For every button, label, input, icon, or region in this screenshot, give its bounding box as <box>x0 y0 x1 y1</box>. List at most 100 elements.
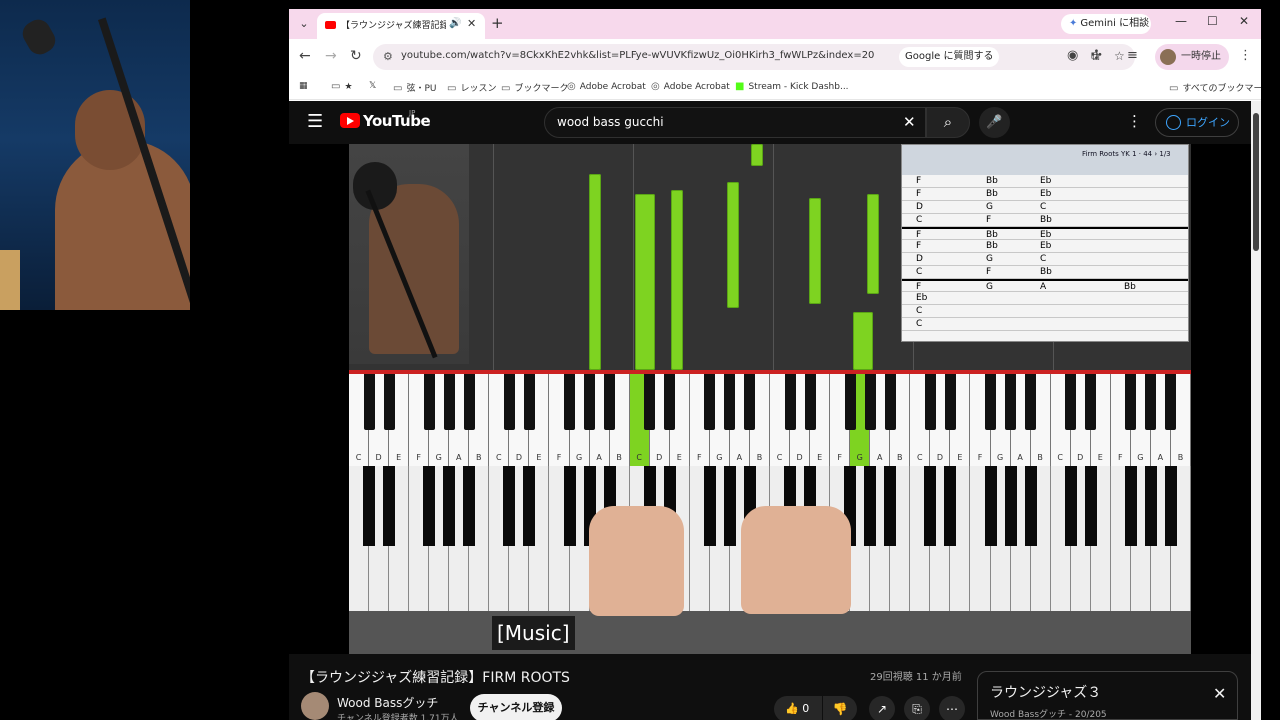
gemini-button[interactable]: ✦ Gemini に相談 <box>1061 14 1151 34</box>
search-input[interactable]: wood bass gucchi ✕ <box>544 107 926 138</box>
key-label: G <box>575 453 583 462</box>
bookmark-acrobat-1[interactable]: ◎ Adobe Acrobat <box>567 81 646 92</box>
ask-google-button[interactable]: Google に質問する <box>899 47 1000 67</box>
forward-arrow-icon[interactable]: → <box>325 48 337 64</box>
bookmark-label: Adobe Acrobat <box>579 82 646 92</box>
share-button[interactable]: ↗ <box>869 696 895 720</box>
new-tab-icon[interactable]: + <box>491 14 504 32</box>
more-options-icon[interactable]: ⋮ <box>1127 112 1142 130</box>
extensions-puzzle-icon[interactable]: ✣ <box>1091 48 1102 63</box>
chord-cell: Eb <box>1040 176 1052 186</box>
apps-grid-icon[interactable]: ▦ <box>299 81 308 91</box>
bookmark-acrobat-2[interactable]: ◎ Adobe Acrobat <box>651 81 730 92</box>
photo-black-key <box>944 466 957 546</box>
login-button[interactable]: ログイン <box>1155 108 1239 137</box>
key-label: E <box>1097 453 1103 462</box>
dislike-button[interactable]: 👎 <box>823 696 857 720</box>
browser-menu-icon[interactable]: ⋮ <box>1239 48 1252 63</box>
bookmark-folder-bookmarks[interactable]: ▭ ブックマーク <box>501 81 568 94</box>
tab-close-icon[interactable]: ✕ <box>467 17 476 30</box>
folder-icon: ▭ <box>447 83 457 94</box>
key-label: D <box>796 453 803 462</box>
bookmark-kick-stream[interactable]: ■ Stream - Kick Dashb... <box>735 81 849 92</box>
chord-row: F Bb Eb <box>902 188 1188 201</box>
profile-button[interactable]: 一時停止中 <box>1155 44 1229 88</box>
bookmark-folder-star[interactable]: ▭ ★ <box>331 81 353 92</box>
chord-cell: Bb <box>986 189 998 199</box>
chord-row: F G A Bb <box>902 279 1188 292</box>
black-key <box>985 374 997 430</box>
save-button[interactable]: ⎘ <box>904 696 930 720</box>
photo-black-key <box>463 466 476 546</box>
black-key <box>784 374 796 430</box>
like-button[interactable]: 👍 0 <box>774 696 822 720</box>
black-key <box>704 374 716 430</box>
extension-circle-icon[interactable]: ◉ <box>1067 48 1078 63</box>
chord-cell: G <box>986 202 993 212</box>
channel-name[interactable]: Wood Bassグッチ <box>337 694 438 711</box>
chart-song-title: Firm Roots YK 1 · 44 › 1/3 <box>1082 150 1171 158</box>
youtube-logo-icon[interactable] <box>340 113 360 128</box>
bookmark-folder-pu[interactable]: ▭ 弦・PU <box>393 81 436 94</box>
key-label: B <box>476 453 482 462</box>
window-minimize-icon[interactable]: — <box>1175 14 1187 28</box>
tab-search-icon[interactable]: ⌄ <box>295 15 313 33</box>
chord-cell: F <box>916 282 922 292</box>
webcam-bass-scroll <box>18 15 60 59</box>
black-key <box>383 374 395 430</box>
subscribe-button[interactable]: チャンネル登録 <box>470 694 562 720</box>
scroll-thumb[interactable] <box>1253 113 1259 251</box>
folder-icon: ▭ <box>393 83 403 94</box>
bookmark-folder-lesson[interactable]: ▭ レッスン <box>447 81 496 94</box>
playlist-title[interactable]: ラウンジジャズ３ <box>990 682 1101 702</box>
reading-list-icon[interactable]: ≡ <box>1127 48 1138 63</box>
hamburger-menu-icon[interactable]: ☰ <box>307 111 323 132</box>
address-bar[interactable]: ⚙ youtube.com/watch?v=8CkxKhE2vhk&list=P… <box>373 44 1135 70</box>
player-camera-inset <box>349 144 469 364</box>
chord-cell: F <box>916 241 922 251</box>
more-actions-button[interactable]: ⋯ <box>939 696 965 720</box>
black-key <box>1165 374 1177 430</box>
all-bookmarks-folder[interactable]: ▭すべてのブックマーク <box>1169 81 1261 94</box>
floor <box>349 611 1191 654</box>
chord-cell: C <box>1040 202 1047 212</box>
back-arrow-icon[interactable]: ← <box>299 48 311 64</box>
key-label: E <box>957 453 963 462</box>
chord-cell: D <box>916 254 923 264</box>
chord-cell: Bb <box>986 230 998 240</box>
key-label: E <box>817 453 823 462</box>
playlist-close-icon[interactable]: ✕ <box>1213 684 1226 703</box>
key-label: G <box>856 453 863 462</box>
window-close-icon[interactable]: ✕ <box>1239 14 1249 28</box>
speaker-icon[interactable]: 🔊 <box>449 18 461 29</box>
black-key <box>884 374 896 430</box>
voice-search-mic-icon[interactable]: 🎤 <box>979 107 1010 138</box>
window-maximize-icon[interactable]: ☐ <box>1207 14 1218 28</box>
clear-search-icon[interactable]: ✕ <box>903 113 916 131</box>
reload-icon[interactable]: ↻ <box>350 48 362 64</box>
page-scrollbar[interactable] <box>1251 101 1261 720</box>
bookmark-star-icon[interactable]: ☆ <box>1114 49 1125 63</box>
left-hand <box>589 506 684 616</box>
x-logo-icon[interactable]: 𝕏 <box>369 81 376 91</box>
photo-black-key <box>563 466 576 546</box>
chord-cell: Bb <box>986 176 998 186</box>
video-frame[interactable]: Firm Roots YK 1 · 44 › 1/3 F Bb Eb F Bb Eb D G C… <box>349 144 1191 654</box>
channel-avatar[interactable] <box>301 692 329 720</box>
site-info-icon[interactable]: ⚙ <box>383 50 393 63</box>
search-button[interactable]: ⌕ <box>926 107 970 138</box>
key-label: F <box>837 453 842 462</box>
bookmark-label: Stream - Kick Dashb... <box>748 82 849 92</box>
right-hand <box>741 506 851 614</box>
key-label: F <box>556 453 562 462</box>
tab-youtube[interactable]: 【ラウンジジャズ練習記録】FIRM ROOTS 🔊 ✕ <box>317 13 485 39</box>
youtube-wordmark[interactable]: YouTube <box>363 112 431 130</box>
key-label: B <box>1037 453 1043 462</box>
on-screen-keyboard: CDEFGABCDEFGABCDEFGABCDEFGABCDEFGABCDEFG… <box>349 370 1191 466</box>
search-query: wood bass gucchi <box>557 115 664 129</box>
note-bar <box>809 198 821 304</box>
chord-cell: Eb <box>1040 230 1052 240</box>
video-player[interactable]: Firm Roots YK 1 · 44 › 1/3 F Bb Eb F Bb Eb D G C… <box>289 144 1251 654</box>
chord-row: DGC <box>902 253 1188 266</box>
key-label: D <box>1077 453 1084 462</box>
